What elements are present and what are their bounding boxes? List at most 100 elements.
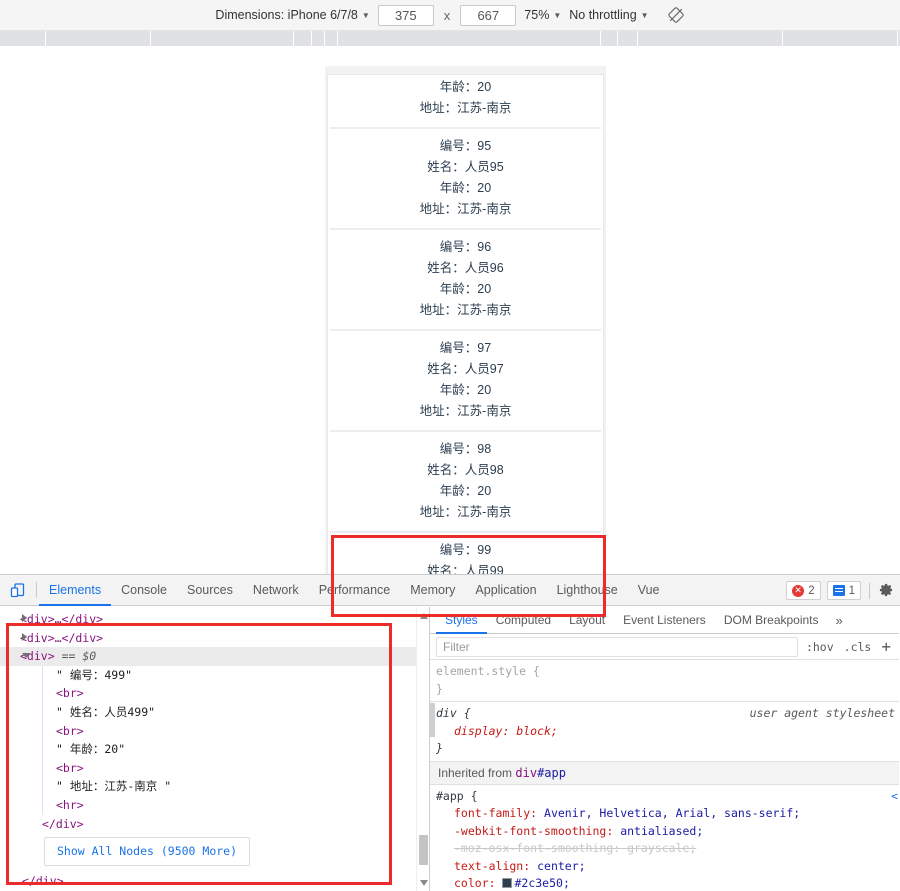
dom-node-close-tag[interactable]: </div>: [0, 815, 429, 834]
dom-text-node[interactable]: " 编号：499": [0, 666, 429, 685]
css-rule-close: }: [436, 740, 899, 758]
zoom-dropdown[interactable]: 75% ▼: [524, 8, 561, 22]
dom-tree-scrollbar[interactable]: [416, 607, 429, 891]
css-property: -moz-osx-font-smoothing:: [454, 841, 620, 855]
css-selector: div {: [436, 706, 471, 720]
dom-node-selection-marker: == $0: [62, 649, 97, 663]
viewport-width-input[interactable]: 375: [378, 5, 434, 26]
tab-styles[interactable]: Styles: [436, 607, 487, 634]
styles-tabbar: Styles Computed Layout Event Listeners D…: [430, 607, 899, 634]
person-record: 编号：97 姓名：人员97 年龄：20 地址：江苏-南京: [328, 331, 603, 430]
tab-dom-breakpoints[interactable]: DOM Breakpoints: [715, 607, 828, 634]
styles-pane-scrollbar-thumb[interactable]: [430, 703, 435, 737]
mobile-viewport[interactable]: 年龄：20 地址：江苏-南京 编号：95 姓名：人员95 年龄：20 地址：江苏…: [325, 66, 606, 574]
css-rule-origin: user agent stylesheet: [750, 705, 895, 723]
dom-hr-node[interactable]: <hr>: [0, 796, 429, 815]
error-badge[interactable]: ✕ 2: [786, 581, 820, 600]
show-all-nodes-button[interactable]: Show All Nodes (9500 More): [44, 837, 250, 866]
person-record-partial: 年龄：20 地址：江苏-南京: [328, 77, 603, 127]
person-name: 姓名：人员99: [328, 561, 603, 574]
css-declaration-text-align[interactable]: text-align: center;: [436, 858, 899, 876]
dom-node-collapsed[interactable]: <div>…</div>: [0, 629, 429, 648]
gear-icon[interactable]: [878, 583, 894, 599]
tab-vue[interactable]: Vue: [628, 575, 670, 606]
dom-node-markup: </div>: [22, 874, 64, 888]
tab-event-listeners[interactable]: Event Listeners: [614, 607, 715, 634]
ruler-tick: [337, 31, 338, 46]
css-rule-app[interactable]: #app { <s font-family: Avenir, Helvetica…: [430, 785, 899, 891]
tab-console[interactable]: Console: [111, 575, 177, 606]
person-record: 编号：98 姓名：人员98 年龄：20 地址：江苏-南京: [328, 432, 603, 531]
person-id: 编号：97: [328, 338, 603, 359]
toggle-hover-state-button[interactable]: :hov: [806, 640, 834, 654]
css-rule-element-style[interactable]: element.style { }: [430, 660, 899, 702]
chevron-down-icon[interactable]: [22, 653, 30, 658]
tab-layout[interactable]: Layout: [560, 607, 614, 634]
message-badge[interactable]: 1: [827, 581, 861, 600]
throttling-dropdown[interactable]: No throttling ▼: [569, 8, 648, 22]
dom-node-markup: <br>: [56, 724, 84, 738]
dom-node-close-tag-outer[interactable]: </div>: [0, 866, 429, 885]
css-declaration-color[interactable]: color: #2c3e50;: [436, 875, 899, 891]
scroll-down-icon[interactable]: [420, 880, 428, 886]
tab-elements[interactable]: Elements: [39, 575, 111, 606]
dom-tree-pane[interactable]: <div>…</div> <div>…</div> <div> == $0 " …: [0, 607, 430, 891]
dom-node-markup: <hr>: [56, 798, 84, 812]
css-rule-close: }: [436, 681, 899, 699]
scroll-up-icon[interactable]: [420, 613, 428, 619]
viewport-height-input[interactable]: 667: [460, 5, 516, 26]
tab-sources[interactable]: Sources: [177, 575, 243, 606]
tab-application[interactable]: Application: [465, 575, 546, 606]
dom-node-collapsed[interactable]: <div>…</div>: [0, 610, 429, 629]
css-declaration-moz-font-smoothing-disabled[interactable]: -moz-osx-font-smoothing: grayscale;: [436, 840, 899, 858]
styles-filter-input[interactable]: Filter: [436, 637, 798, 657]
person-record: 编号：95 姓名：人员95 年龄：20 地址：江苏-南京: [328, 129, 603, 228]
css-property: color:: [454, 876, 496, 890]
dom-node-selected[interactable]: <div> == $0: [0, 647, 429, 666]
person-name: 姓名：人员96: [328, 258, 603, 279]
scrollbar-thumb[interactable]: [419, 835, 428, 865]
new-style-rule-button[interactable]: +: [881, 639, 891, 655]
person-name: 姓名：人员95: [328, 157, 603, 178]
element-classes-button[interactable]: .cls: [844, 640, 872, 654]
dom-text-node[interactable]: " 姓名：人员499": [0, 703, 429, 722]
css-declaration[interactable]: display: block;: [436, 723, 899, 741]
ruler-tick: [150, 31, 151, 46]
chevron-right-icon[interactable]: [22, 633, 27, 641]
css-declaration-webkit-font-smoothing[interactable]: -webkit-font-smoothing: antialiased;: [436, 823, 899, 841]
tab-network[interactable]: Network: [243, 575, 309, 606]
ruler-tick: [293, 31, 294, 46]
css-rule-div[interactable]: div { user agent stylesheet display: blo…: [430, 702, 899, 762]
error-count: 2: [808, 585, 814, 597]
ruler-tick: [45, 31, 46, 46]
devtools-tabbar-actions: ✕ 2 1: [786, 575, 894, 606]
tab-lighthouse[interactable]: Lighthouse: [547, 575, 628, 606]
dom-br-node[interactable]: <br>: [0, 722, 429, 741]
tab-memory[interactable]: Memory: [400, 575, 465, 606]
css-value: grayscale;: [627, 841, 696, 855]
dimensions-dropdown[interactable]: Dimensions: iPhone 6/7/8 ▼: [215, 8, 369, 22]
person-age: 年龄：20: [328, 481, 603, 502]
color-swatch-icon[interactable]: [502, 878, 512, 888]
dom-text-node[interactable]: " 年龄：20": [0, 740, 429, 759]
dimensions-label: Dimensions: iPhone 6/7/8: [215, 8, 357, 22]
rotate-icon[interactable]: [667, 6, 685, 24]
tab-computed[interactable]: Computed: [487, 607, 560, 634]
stylesheet-source-link[interactable]: <s: [891, 788, 899, 806]
dom-br-node[interactable]: <br>: [0, 759, 429, 778]
devtools-tabbar: Elements Console Sources Network Perform…: [0, 575, 900, 606]
person-age: 年龄：20: [328, 77, 603, 98]
dom-br-node[interactable]: <br>: [0, 684, 429, 703]
more-tabs-icon[interactable]: »: [828, 613, 851, 628]
person-record: 编号：96 姓名：人员96 年龄：20 地址：江苏-南京: [328, 230, 603, 329]
device-toolbar-icon[interactable]: [0, 575, 34, 606]
chevron-right-icon[interactable]: [22, 614, 27, 622]
dom-text-node[interactable]: " 地址：江苏-南京 ": [0, 777, 429, 796]
css-value: center;: [537, 859, 585, 873]
css-declaration-font-family[interactable]: font-family: Avenir, Helvetica, Arial, s…: [436, 805, 899, 823]
person-id: 编号：96: [328, 237, 603, 258]
styles-pane[interactable]: Styles Computed Layout Event Listeners D…: [430, 607, 899, 891]
device-toolbar: Dimensions: iPhone 6/7/8 ▼ 375 x 667 75%…: [0, 0, 900, 31]
tab-performance[interactable]: Performance: [309, 575, 401, 606]
person-id: 编号：99: [328, 540, 603, 561]
